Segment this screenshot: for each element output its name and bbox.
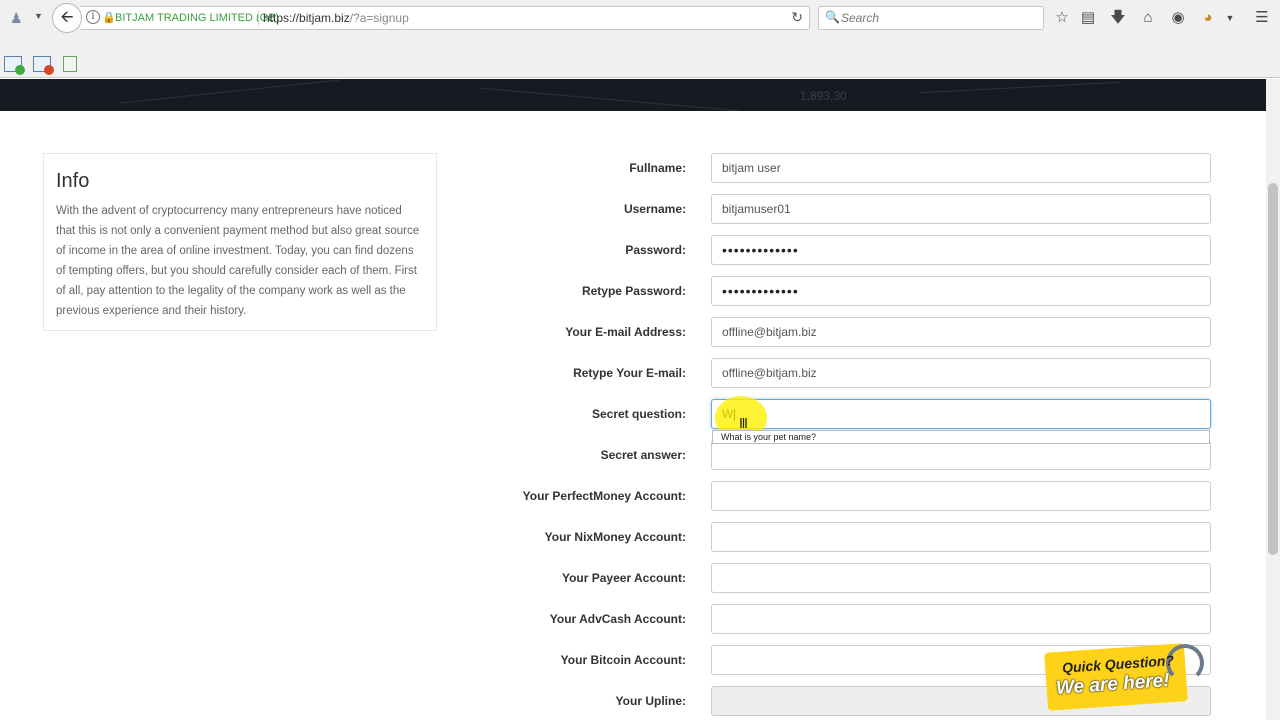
label-nixmoney: Your NixMoney Account: — [544, 530, 686, 544]
back-arrow-icon: 🡨 — [60, 9, 74, 26]
label-advcash: Your AdvCash Account: — [549, 612, 686, 626]
bookmarks-toolbar — [0, 36, 1280, 78]
secret-answer-input[interactable] — [711, 440, 1211, 470]
add-bookmark-icon[interactable] — [4, 56, 25, 75]
scrollbar-thumb[interactable] — [1268, 183, 1278, 555]
recycle-icon[interactable] — [63, 56, 77, 72]
browser-navbar: ♟ ▼ i 🔒 BITJAM TRADING LIMITED (GB) http… — [0, 0, 1280, 36]
identity-menu[interactable]: ♟ ▼ — [6, 7, 46, 29]
label-username: Username: — [623, 202, 686, 216]
lock-icon: 🔒 — [102, 12, 116, 24]
password-input[interactable]: ••••••••••••• — [711, 235, 1211, 265]
hamburger-menu-icon[interactable]: ☰ — [1252, 8, 1272, 28]
label-perfectmoney: Your PerfectMoney Account: — [522, 489, 686, 503]
retype-email-input[interactable]: offline@bitjam.biz — [711, 358, 1211, 388]
quick-question-badge[interactable]: Quick Question? We are here! — [1040, 640, 1210, 711]
autocomplete-suggestion[interactable]: What is your pet name? — [712, 430, 1210, 444]
url-domain: https://bitjam.biz — [263, 11, 350, 25]
search-bar[interactable]: 🔍 Search — [818, 6, 1044, 30]
retype-password-input[interactable]: ••••••••••••• — [711, 276, 1211, 306]
perfectmoney-input[interactable] — [711, 481, 1211, 511]
label-upline: Your Upline: — [615, 694, 686, 708]
nixmoney-input[interactable] — [711, 522, 1211, 552]
label-payeer: Your Payeer Account: — [561, 571, 686, 585]
back-button[interactable]: 🡨 — [52, 3, 82, 33]
secret-question-input[interactable]: W — [711, 399, 1211, 429]
page-scrollbar[interactable] — [1266, 79, 1280, 720]
label-secret-question: Secret question: — [591, 407, 686, 421]
banner-counter: 1,893,30 — [800, 89, 847, 103]
label-password: Password: — [625, 243, 686, 257]
header-banner: 1,893,30 — [0, 79, 1266, 111]
site-identity[interactable]: BITJAM TRADING LIMITED (GB) — [115, 12, 279, 24]
info-icon[interactable]: i — [86, 10, 100, 24]
url-text[interactable]: https://bitjam.biz/?a=signup — [263, 11, 409, 25]
address-bar[interactable]: i 🔒 BITJAM TRADING LIMITED (GB) https://… — [80, 6, 810, 30]
home-icon[interactable]: ⌂ — [1138, 8, 1158, 28]
reload-icon[interactable]: ↻ — [791, 9, 803, 26]
info-text: With the advent of cryptocurrency many e… — [56, 205, 420, 317]
label-email: Your E-mail Address: — [565, 325, 686, 339]
label-fullname: Fullname: — [629, 161, 686, 175]
search-placeholder: Search — [841, 11, 880, 25]
payeer-input[interactable] — [711, 563, 1211, 593]
extension-icon[interactable]: ◕ — [1198, 8, 1218, 28]
divider — [258, 10, 259, 26]
username-input[interactable]: bitjamuser01 — [711, 194, 1211, 224]
fullname-input[interactable]: bitjam user — [711, 153, 1211, 183]
advcash-input[interactable] — [711, 604, 1211, 634]
email-input[interactable]: offline@bitjam.biz — [711, 317, 1211, 347]
info-title: Info — [56, 170, 90, 192]
star-icon[interactable]: ☆ — [1052, 8, 1072, 28]
info-panel: Info With the advent of cryptocurrency m… — [43, 153, 437, 331]
label-retype-email: Retype Your E-mail: — [573, 366, 686, 380]
chevron-down-icon: ▼ — [34, 11, 43, 21]
upload-icon[interactable] — [33, 56, 54, 75]
reading-list-icon[interactable]: ▤ — [1078, 8, 1098, 28]
label-secret-answer: Secret answer: — [600, 448, 686, 462]
label-retype-password: Retype Password: — [581, 284, 686, 298]
extension-dropdown-icon[interactable]: ▼ — [1220, 8, 1240, 28]
label-bitcoin: Your Bitcoin Account: — [560, 653, 686, 667]
pocket-icon[interactable]: ◉ — [1168, 8, 1188, 28]
download-icon[interactable]: 🡇 — [1108, 8, 1128, 28]
search-icon: 🔍 — [825, 10, 840, 24]
person-icon: ♟ — [10, 10, 23, 26]
url-path: /?a=signup — [349, 11, 409, 25]
